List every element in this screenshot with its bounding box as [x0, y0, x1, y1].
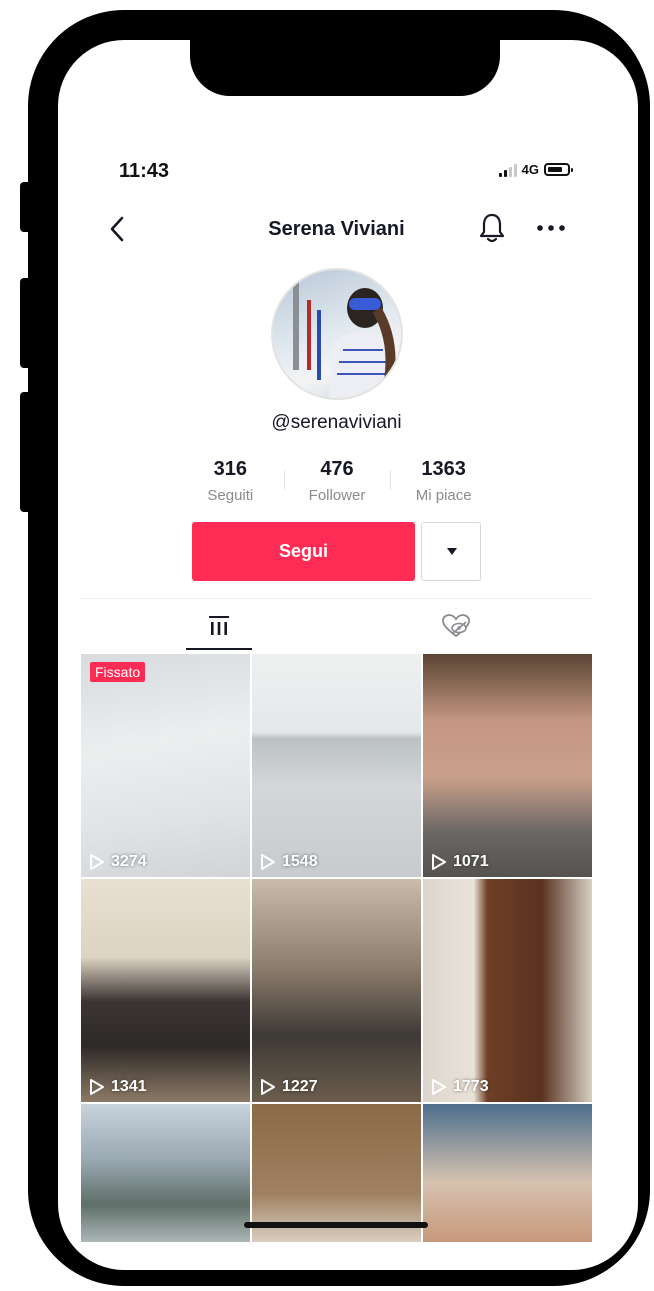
stat-likes-label: Mi piace — [415, 487, 472, 504]
view-count-value: 1548 — [282, 853, 318, 870]
network-type: 4G — [521, 162, 539, 177]
liked-hidden-icon — [442, 614, 470, 638]
view-count: 1071 — [431, 853, 489, 871]
profile-photo-icon — [293, 280, 397, 398]
view-count: 3274 — [89, 853, 147, 871]
view-count-value: 1071 — [453, 853, 489, 870]
play-icon — [90, 1079, 104, 1095]
profile-stats: 316 Seguiti 476 Follower 1363 Mi piace — [177, 458, 497, 508]
video-grid: Fissato 3274 1548 1071 1341 1227 1773 — [81, 654, 592, 1242]
video-thumbnail[interactable] — [81, 1104, 250, 1242]
suggestions-dropdown-button[interactable] — [421, 522, 481, 581]
play-icon — [90, 854, 104, 870]
tab-videos[interactable] — [81, 599, 336, 653]
follow-button[interactable]: Segui — [192, 522, 415, 581]
stat-followers-label: Follower — [308, 487, 366, 504]
video-thumbnail[interactable] — [423, 1104, 592, 1242]
pinned-badge: Fissato — [90, 662, 146, 682]
tiktok-profile-screen: 11:43 4G Serena Viviani @serenaviviani 3… — [81, 140, 592, 1242]
home-indicator[interactable] — [244, 1222, 428, 1228]
active-tab-indicator — [186, 648, 252, 650]
view-count: 1227 — [260, 1078, 318, 1096]
play-icon — [261, 1079, 275, 1095]
view-count-value: 1341 — [111, 1078, 147, 1095]
bell-icon[interactable] — [477, 212, 507, 244]
play-icon — [261, 854, 275, 870]
videos-grid-icon — [209, 616, 229, 635]
caret-down-icon — [447, 548, 457, 555]
avatar[interactable] — [271, 268, 403, 400]
view-count-value: 1773 — [453, 1078, 489, 1095]
ellipsis-icon[interactable] — [535, 220, 567, 236]
tab-liked[interactable] — [337, 599, 592, 653]
stat-following[interactable]: 316 Seguiti — [177, 458, 284, 508]
stat-following-label: Seguiti — [207, 487, 254, 504]
profile-handle: @serenaviviani — [271, 412, 402, 433]
stat-likes: 1363 Mi piace — [390, 458, 497, 508]
stat-followers-value: 476 — [320, 458, 354, 480]
stat-likes-value: 1363 — [421, 458, 466, 480]
video-thumbnail[interactable]: 1773 — [423, 879, 592, 1102]
signal-icon — [498, 163, 517, 177]
video-thumbnail[interactable]: 1071 — [423, 654, 592, 877]
stat-following-value: 316 — [213, 458, 248, 480]
play-icon — [432, 1079, 446, 1095]
phone-notch — [190, 30, 500, 96]
video-thumbnail[interactable]: 1548 — [252, 654, 421, 877]
status-bar: 11:43 4G — [81, 140, 592, 200]
play-icon — [432, 854, 446, 870]
view-count-value: 3274 — [111, 853, 147, 870]
view-count: 1548 — [260, 853, 318, 871]
page-title: Serena Viviani — [268, 218, 405, 240]
view-count-value: 1227 — [282, 1078, 318, 1095]
profile-tabs — [81, 598, 592, 652]
stat-followers[interactable]: 476 Follower — [283, 458, 391, 508]
video-thumbnail[interactable]: Fissato 3274 — [81, 654, 250, 877]
battery-icon — [544, 163, 573, 176]
view-count: 1341 — [89, 1078, 147, 1096]
status-time: 11:43 — [119, 160, 170, 182]
view-count: 1773 — [431, 1078, 489, 1096]
video-thumbnail[interactable]: 1341 — [81, 879, 250, 1102]
profile-header: Serena Viviani — [81, 204, 592, 254]
video-thumbnail[interactable]: 1227 — [252, 879, 421, 1102]
status-indicators: 4G — [498, 162, 573, 177]
